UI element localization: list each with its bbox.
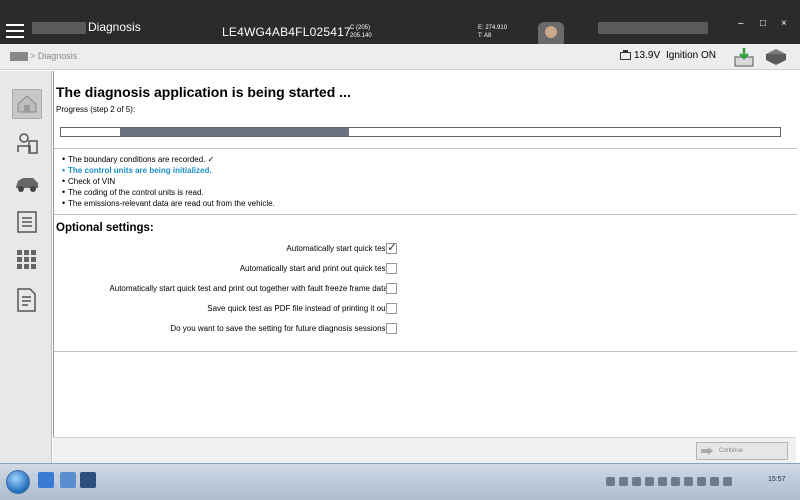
sidebar-item-technician[interactable] — [12, 129, 42, 159]
tray-icon[interactable] — [684, 476, 693, 486]
tray-icon[interactable] — [697, 476, 706, 486]
app-title: Diagnosis — [88, 20, 141, 34]
option-label: Automatically start quick test. — [286, 244, 390, 253]
taskbar-app-icon[interactable] — [38, 472, 54, 488]
ignition-status: Ignition ON — [666, 50, 717, 61]
option-label: Automatically start and print out quick … — [239, 264, 390, 273]
technician-avatar-icon — [538, 22, 564, 44]
minimize-button[interactable]: – — [738, 18, 744, 29]
breadcrumb-label: > Diagnosis — [30, 51, 78, 61]
clock[interactable]: 15:57 — [768, 476, 786, 483]
list-item: Check of VIN — [62, 176, 275, 187]
arrow-right-icon — [701, 447, 713, 455]
progress-label: Progress (step 2 of 5): — [56, 105, 136, 114]
divider — [54, 351, 797, 352]
continue-label: Continue — [719, 448, 744, 454]
restore-button[interactable]: □ — [760, 18, 766, 29]
taskbar-app-icon[interactable] — [80, 472, 96, 488]
option-label: Save quick test as PDF file instead of p… — [207, 304, 390, 313]
grid-icon — [17, 250, 36, 269]
technician-icon — [17, 133, 38, 154]
sidebar-item-grid[interactable] — [12, 245, 42, 275]
option-row: Automatically start quick test and print… — [54, 283, 390, 297]
battery-icon — [620, 50, 631, 60]
c-value: 205.140 — [350, 33, 372, 39]
option-row: Automatically start and print out quick … — [54, 263, 390, 277]
main-panel: The diagnosis application is being start… — [53, 71, 797, 463]
breadcrumb[interactable]: > Diagnosis — [10, 51, 78, 62]
list-item: The coding of the control units is read. — [62, 187, 275, 198]
divider — [54, 148, 797, 149]
option-checkbox-print-quick-test[interactable] — [386, 263, 397, 274]
continue-button[interactable]: Continue — [696, 442, 788, 460]
blurred-brand — [32, 22, 86, 34]
e-label: E: 274.910 — [478, 25, 508, 31]
list-icon — [17, 211, 37, 233]
sidebar-item-document[interactable] — [12, 285, 42, 315]
book-icon[interactable] — [764, 46, 788, 68]
sidebar-item-vehicle[interactable] — [12, 169, 42, 199]
document-icon — [17, 288, 36, 312]
tray-icon[interactable] — [619, 476, 628, 486]
tray-icon[interactable] — [645, 476, 654, 486]
menu-icon[interactable] — [6, 24, 24, 38]
option-row: Save quick test as PDF file instead of p… — [54, 303, 390, 317]
option-checkbox-save-pdf[interactable] — [386, 303, 397, 314]
option-label: Automatically start quick test and print… — [109, 284, 390, 293]
c-label: C (205) — [350, 25, 371, 31]
option-row: Do you want to save the setting for futu… — [54, 323, 390, 337]
sidebar-item-list[interactable] — [12, 207, 42, 237]
tray-icon[interactable] — [632, 476, 641, 486]
option-checkbox-freeze-frame[interactable] — [386, 283, 397, 294]
tray-icon[interactable] — [658, 476, 667, 486]
close-button[interactable]: × — [781, 18, 787, 29]
voltage-readout: 13.9V — [634, 50, 661, 61]
step-list: The boundary conditions are recorded. ✓ … — [62, 154, 275, 209]
taskbar: 15:57 — [0, 463, 800, 500]
option-checkbox-quick-test[interactable] — [386, 240, 397, 254]
list-item: The boundary conditions are recorded. ✓ — [62, 154, 275, 165]
home-icon — [17, 95, 37, 113]
progress-fill — [120, 128, 349, 136]
option-checkbox-save-setting[interactable] — [386, 323, 397, 334]
optional-settings-title: Optional settings: — [56, 222, 154, 234]
sidebar-item-home[interactable] — [12, 89, 42, 119]
breadcrumb-home-icon — [10, 52, 28, 62]
option-label: Do you want to save the setting for futu… — [170, 324, 390, 333]
system-tray — [606, 474, 766, 488]
tray-icon[interactable] — [710, 476, 719, 486]
t-label: T: A8 — [478, 33, 492, 39]
top-bar: Diagnosis LE4WG4AB4FL025417 C (205) 205.… — [0, 0, 800, 44]
vin-display: LE4WG4AB4FL025417 — [222, 25, 351, 39]
option-row: Automatically start quick test. — [54, 243, 390, 257]
list-item: The control units are being initialized. — [62, 165, 275, 176]
tray-icon[interactable] — [671, 476, 680, 486]
tray-icon[interactable] — [606, 476, 615, 486]
blurred-user — [598, 22, 708, 34]
page-title: The diagnosis application is being start… — [56, 84, 351, 100]
sidebar — [0, 71, 52, 463]
action-bar: Continue — [53, 437, 796, 463]
divider — [54, 214, 797, 215]
progress-bar — [60, 127, 781, 137]
status-bar: > Diagnosis 13.9V Ignition ON — [0, 44, 800, 70]
download-icon[interactable] — [732, 46, 756, 68]
vehicle-icon — [16, 178, 38, 192]
taskbar-app-icon[interactable] — [60, 472, 76, 488]
list-item: The emissions-relevant data are read out… — [62, 198, 275, 209]
tray-icon[interactable] — [723, 476, 732, 486]
start-button[interactable] — [6, 470, 30, 494]
